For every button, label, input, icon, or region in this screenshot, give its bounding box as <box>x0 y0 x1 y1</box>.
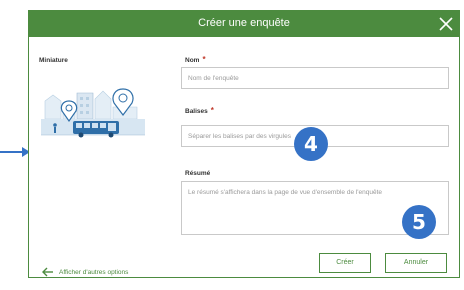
summary-label: Résumé <box>185 170 211 177</box>
required-marker: * <box>210 106 214 115</box>
tags-placeholder: Séparer les balises par des virgules <box>188 133 291 140</box>
dialog-title: Créer une enquête <box>198 17 290 29</box>
name-placeholder: Nom de l'enquête <box>188 75 239 82</box>
create-survey-dialog: Créer une enquête Miniature Nom * Nom de… <box>28 10 460 278</box>
survey-thumbnail-image[interactable] <box>41 77 145 147</box>
dialog-header: Créer une enquête <box>29 11 459 37</box>
thumbnail-label: Miniature <box>39 57 68 64</box>
create-button[interactable]: Créer <box>319 253 371 273</box>
show-more-options-label: Afficher d'autres options <box>59 268 129 276</box>
required-marker: * <box>202 55 206 64</box>
step-badge-5: 5 <box>402 205 436 239</box>
name-input[interactable]: Nom de l'enquête <box>181 67 449 89</box>
cancel-button[interactable]: Annuler <box>385 253 447 273</box>
name-label: Nom * <box>185 55 206 64</box>
show-more-options-link[interactable]: Afficher d'autres options <box>41 267 128 277</box>
arrow-left-icon <box>42 267 53 277</box>
page: Créer une enquête Miniature Nom * Nom de… <box>0 0 464 290</box>
callout-arrow-icon <box>0 147 30 157</box>
step-badge-4: 4 <box>294 127 328 161</box>
summary-placeholder: Le résumé s'affichera dans la page de vu… <box>188 189 383 196</box>
tags-label: Balises * <box>185 106 214 115</box>
close-icon[interactable] <box>437 15 455 33</box>
